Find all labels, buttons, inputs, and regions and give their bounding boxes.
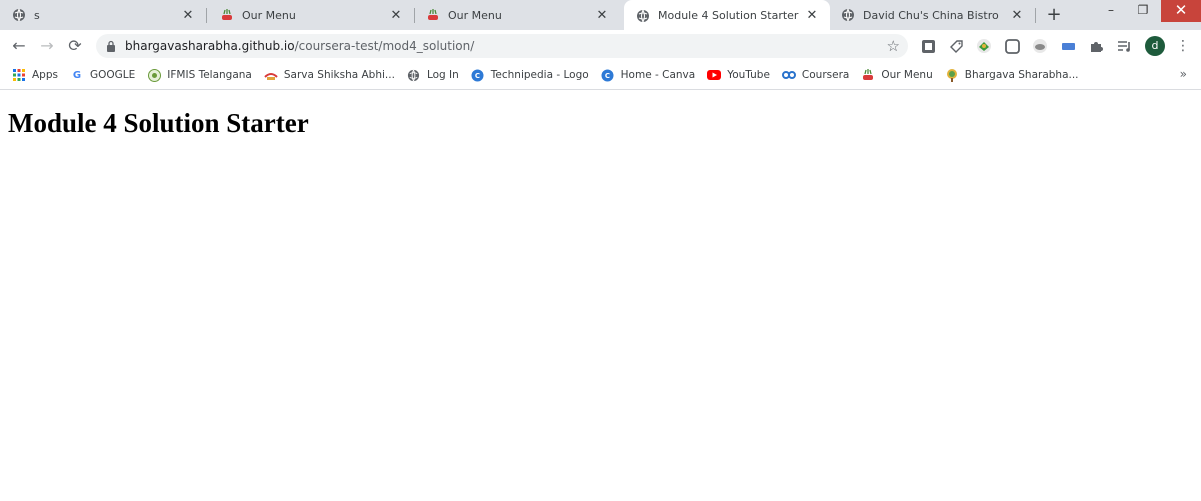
url-text: bhargavasharabha.github.io/coursera-test… [125, 39, 474, 53]
close-icon[interactable]: ✕ [178, 8, 198, 23]
menu-bowl-icon [220, 8, 234, 22]
extension-puzzle-box-icon[interactable] [920, 38, 936, 54]
globe-icon [841, 8, 855, 22]
bookmark-label: Coursera [801, 69, 850, 81]
tab-title: Module 4 Solution Starter [658, 9, 799, 22]
drive-extension-icon[interactable] [1032, 38, 1048, 54]
bookmark-label: YouTube [727, 69, 770, 81]
bookmark-label: Bhargava Sharabha... [964, 69, 1079, 81]
tab-title: Our Menu [242, 8, 296, 22]
bookmark-google[interactable]: G GOOGLE [70, 68, 135, 82]
menu-kebab-icon[interactable]: ⋮ [1176, 36, 1190, 56]
bookmark-label: GOOGLE [89, 69, 136, 81]
youtube-icon [707, 68, 722, 82]
bookmark-label: Home - Canva [620, 69, 696, 81]
globe-icon [636, 9, 650, 23]
close-icon[interactable]: ✕ [1007, 8, 1027, 23]
url-path: /coursera-test/mod4_solution/ [294, 39, 475, 53]
apps-grid-icon [12, 68, 26, 82]
ssa-icon [264, 68, 278, 82]
reload-button[interactable]: ⟳ [65, 36, 85, 56]
minimize-button[interactable]: – [1096, 0, 1126, 22]
tab-title: s [34, 8, 40, 22]
bookmark-label: Apps [32, 69, 58, 81]
tab-3[interactable]: Our Menu ✕ [414, 0, 620, 30]
menu-bowl-icon [861, 68, 875, 82]
svg-text:C: C [605, 72, 610, 80]
page-content: Module 4 Solution Starter [0, 90, 1201, 501]
tab-1[interactable]: s ✕ [0, 0, 207, 30]
media-queue-icon[interactable] [1116, 38, 1132, 54]
tab-separator [206, 8, 207, 23]
bookmark-log-in[interactable]: Log In [407, 68, 459, 82]
tab-2[interactable]: Our Menu ✕ [208, 0, 415, 30]
tab-title: David Chu's China Bistro [863, 8, 999, 22]
new-tab-button[interactable]: + [1043, 4, 1065, 26]
bookmark-label: Log In [426, 69, 459, 81]
browser-toolbar: ← → ⟳ bhargavasharabha.github.io/courser… [0, 31, 1201, 61]
bookmark-ifmis[interactable]: IFMIS Telangana [147, 68, 252, 82]
restore-button[interactable]: ❐ [1128, 0, 1158, 22]
bookmark-label: Sarva Shiksha Abhi... [283, 69, 395, 81]
bookmark-youtube[interactable]: YouTube [707, 68, 770, 82]
close-icon[interactable]: ✕ [386, 8, 406, 23]
color-extension-icon[interactable] [976, 38, 992, 54]
bookmark-technipedia[interactable]: C Technipedia - Logo [471, 68, 589, 82]
forward-button[interactable]: → [37, 36, 57, 56]
tab-4-active[interactable]: Module 4 Solution Starter ✕ [624, 0, 830, 31]
bookmark-coursera[interactable]: Coursera [781, 68, 850, 82]
profile-avatar[interactable]: d [1145, 36, 1165, 56]
puzzle-icon[interactable] [1088, 38, 1104, 54]
bookmark-home-canva[interactable]: C Home - Canva [601, 68, 696, 82]
back-button[interactable]: ← [9, 36, 29, 56]
globe-icon [12, 8, 26, 22]
tab-separator [1035, 8, 1036, 23]
page-heading: Module 4 Solution Starter [8, 108, 309, 138]
close-window-button[interactable]: ✕ [1161, 0, 1201, 22]
canva-icon: C [471, 68, 485, 82]
coursera-icon [781, 68, 796, 82]
bookmark-label: IFMIS Telangana [167, 69, 252, 81]
keyboard-extension-icon[interactable] [1060, 38, 1076, 54]
tree-icon [945, 68, 959, 82]
bookmarks-overflow-icon[interactable]: » [1180, 67, 1187, 81]
url-host: bhargavasharabha.github.io [125, 39, 295, 53]
ifmis-icon [147, 68, 161, 82]
google-icon: G [72, 69, 82, 81]
bookmarks-bar: Apps G GOOGLE IFMIS Telangana Sarva Shik… [0, 61, 1201, 90]
bookmark-label: Technipedia - Logo [490, 69, 589, 81]
tab-5[interactable]: David Chu's China Bistro ✕ [829, 0, 1036, 30]
menu-bowl-icon [426, 8, 440, 22]
tab-strip: s ✕ Our Menu ✕ Our Menu ✕ Module 4 Solut… [0, 0, 1201, 31]
square-extension-icon[interactable] [1004, 38, 1020, 54]
globe-icon [407, 68, 421, 82]
bookmark-apps[interactable]: Apps [12, 68, 58, 82]
bookmark-our-menu[interactable]: Our Menu [861, 68, 933, 82]
close-icon[interactable]: ✕ [592, 8, 612, 23]
tab-title: Our Menu [448, 8, 502, 22]
tag-icon[interactable] [948, 38, 964, 54]
bookmark-star-icon[interactable]: ☆ [887, 37, 900, 55]
bookmark-bhargava-sharabha[interactable]: Bhargava Sharabha... [945, 68, 1079, 82]
lock-icon [107, 40, 115, 52]
close-icon[interactable]: ✕ [802, 8, 822, 23]
bookmark-sarva-shiksha[interactable]: Sarva Shiksha Abhi... [264, 68, 395, 82]
canva-icon: C [601, 68, 615, 82]
svg-text:C: C [475, 72, 480, 80]
bookmark-label: Our Menu [881, 69, 933, 81]
address-bar[interactable]: bhargavasharabha.github.io/coursera-test… [96, 34, 908, 58]
